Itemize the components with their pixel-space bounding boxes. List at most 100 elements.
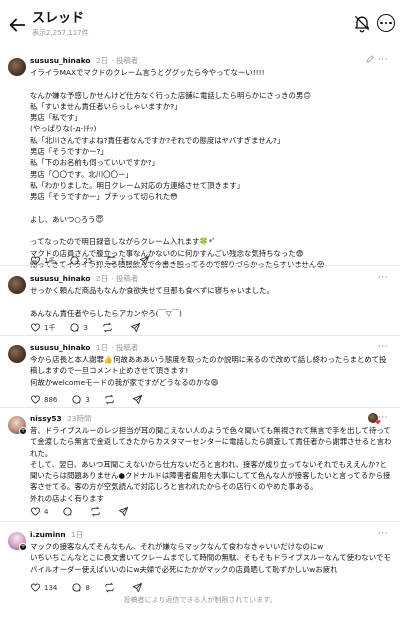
post-text: イライラMAXでマクドのクレーム言うとググッたら今やってなーい!!!! なんか嫌… — [30, 67, 392, 270]
share-button[interactable] — [132, 394, 146, 405]
username[interactable]: nissy53 — [30, 414, 62, 423]
like-button[interactable]: 1千 — [30, 322, 55, 333]
comment-icon — [72, 395, 82, 404]
post-meta: sususu_hinako 2日 · 投稿者 — [30, 273, 138, 284]
reply-button[interactable]: 8 — [71, 582, 90, 593]
post-text: 昔、ドライブスルーのレジ担当が耳の聞こえない人のようで色々聞いても無視されて無言… — [30, 425, 392, 504]
post-paragraph: せっかく頼んだ商品もなんか食欲失せて旦那も食べずに寝ちゃいました。 — [30, 286, 274, 295]
thread-post-2: sususu_hinako 2日 · 投稿者 ··· せっかく頼んだ商品もなんか… — [0, 270, 400, 336]
repost-button[interactable] — [104, 582, 118, 593]
post-paragraph: マックの接客なんてそんなもん、それが嫌ならマックなんて食わなきゃいいだけなのにw… — [30, 542, 391, 574]
share-icon — [132, 394, 142, 405]
post-menu-icon[interactable]: ··· — [378, 413, 388, 423]
post-actions: 886 3 — [30, 394, 160, 405]
post-actions: 134 8 — [30, 582, 160, 593]
post-text: マックの接客なんてそんなもん、それが嫌ならマックなんて食わなきゃいいだけなのにw… — [30, 541, 392, 575]
thread-post-4: + nissy53 23時間 ··· 昔、ドライブスルーのレジ担当が耳の聞こえな… — [0, 410, 400, 522]
avatar[interactable] — [8, 58, 26, 76]
follow-plus-icon[interactable]: + — [19, 427, 27, 435]
thread-divider — [0, 265, 400, 266]
share-icon — [132, 582, 142, 593]
like-count: 1千 — [44, 323, 56, 332]
reply-count: 25 — [83, 256, 93, 265]
post-meta: i.zuminn 1日 — [30, 529, 83, 540]
follow-plus-icon[interactable]: + — [19, 543, 27, 551]
heart-icon — [30, 323, 41, 332]
author-tag: · 投稿者 — [111, 56, 139, 65]
username[interactable]: sususu_hinako — [30, 274, 91, 283]
author-tag: · 投稿者 — [111, 343, 139, 352]
post-paragraph: あんなん責任者やらしたらアカンやろ(￣▽￣) — [30, 308, 182, 318]
heart-icon — [30, 507, 41, 516]
like-count: 1千 — [44, 256, 56, 265]
share-button[interactable] — [130, 322, 144, 333]
post-meta: sususu_hinako 2日 · 投稿者 — [30, 55, 138, 66]
thread-post-3: sususu_hinako 1日 · 投稿者 ··· 今から店長と本人謝罪👍何故… — [0, 339, 400, 408]
like-count: 4 — [44, 507, 49, 516]
post-menu-icon[interactable]: ··· — [378, 273, 388, 283]
reply-button[interactable] — [62, 506, 76, 517]
reply-count: 3 — [85, 395, 90, 404]
notification-bell-icon[interactable] — [352, 13, 372, 33]
edit-icon — [366, 55, 374, 63]
like-button[interactable]: 134 — [30, 582, 57, 593]
post-time: 23時間 — [67, 414, 92, 423]
repost-button[interactable] — [102, 322, 116, 333]
share-icon — [119, 506, 129, 517]
post-text: せっかく頼んだ商品もなんか食欲失せて旦那も食べずに寝ちゃいました。 あんなん責任… — [30, 285, 392, 319]
post-menu-icon[interactable]: ··· — [378, 529, 388, 539]
post-paragraph: イライラMAXでマクドのクレーム言うとググッたら今やってなーい!!!! — [30, 68, 265, 77]
post-time: 2日 — [95, 274, 108, 283]
like-button[interactable]: 4 — [30, 506, 48, 517]
comment-icon — [63, 507, 73, 516]
avatar[interactable] — [8, 345, 26, 363]
title-block: スレッド 表示2,257,117件 — [32, 11, 89, 38]
page-title: スレッド — [32, 11, 85, 26]
post-paragraph: 今から店長と本人謝罪👍何故あああいう態度を取ったのか説明に来るので改めて話し終わ… — [30, 355, 387, 387]
thread-post-1: sususu_hinako 2日 · 投稿者 ··· イライラMAXでマクドのク… — [0, 52, 400, 269]
post-paragraph: よし、あいつ○ろう😇 — [30, 214, 104, 224]
bottom-spacer — [0, 608, 400, 640]
post-time: 1日 — [71, 530, 84, 539]
username[interactable]: sususu_hinako — [30, 56, 91, 65]
share-button[interactable] — [132, 582, 146, 593]
heart-icon — [30, 583, 41, 592]
heart-icon — [30, 395, 41, 404]
post-actions: 1千 3 — [30, 322, 158, 333]
post-text: 今から店長と本人謝罪👍何故あああいう態度を取ったのか説明に来るので改めて話し終わ… — [30, 354, 392, 388]
comment-icon — [70, 323, 80, 332]
post-paragraph: 昔、ドライブスルーのレジ担当が耳の聞こえない人のようで色々聞いても無視されて無言… — [30, 426, 392, 503]
username[interactable]: i.zuminn — [30, 530, 66, 539]
post-time: 2日 — [95, 56, 108, 65]
more-options-icon[interactable] — [377, 14, 395, 32]
avatar[interactable] — [8, 276, 26, 294]
username[interactable]: sususu_hinako — [30, 343, 91, 352]
post-menu-icon[interactable]: ··· — [378, 342, 388, 352]
post-meta: sususu_hinako 1日 · 投稿者 — [30, 342, 138, 353]
post-paragraph: なんか嫌な予感しかせんけど仕方なく行った店舗に電話したら明らかにさっきの男🙃 私… — [30, 90, 312, 202]
repost-count: 1 — [120, 256, 125, 265]
like-count: 886 — [44, 395, 58, 404]
post-meta: nissy53 23時間 — [30, 413, 91, 424]
share-button[interactable] — [118, 506, 132, 517]
repost-icon — [103, 322, 112, 333]
author-tag: · 投稿者 — [111, 274, 139, 283]
repost-icon — [105, 582, 114, 593]
like-count: 134 — [44, 583, 58, 592]
reply-button[interactable]: 3 — [69, 322, 88, 333]
back-arrow-icon[interactable] — [6, 14, 28, 36]
reply-count: 3 — [83, 323, 88, 332]
top-bar: スレッド 表示2,257,117件 — [0, 0, 400, 48]
repost-icon — [91, 506, 101, 517]
comment-icon — [72, 583, 82, 592]
view-count: 表示2,257,117件 — [32, 29, 89, 37]
repost-button[interactable] — [104, 394, 118, 405]
like-button[interactable]: 886 — [30, 394, 57, 405]
post-menu-icon[interactable]: ··· — [378, 55, 388, 65]
repost-icon — [105, 394, 114, 405]
reply-button[interactable]: 3 — [71, 394, 90, 405]
repost-button[interactable] — [90, 506, 104, 517]
reply-restriction-note: 投稿者により返信できる人が制限されています。 — [123, 596, 277, 604]
thread-post-5: + i.zuminn 1日 ··· マックの接客なんてそんなもん、それが嫌ならマ… — [0, 526, 400, 594]
reply-count: 8 — [85, 583, 90, 592]
